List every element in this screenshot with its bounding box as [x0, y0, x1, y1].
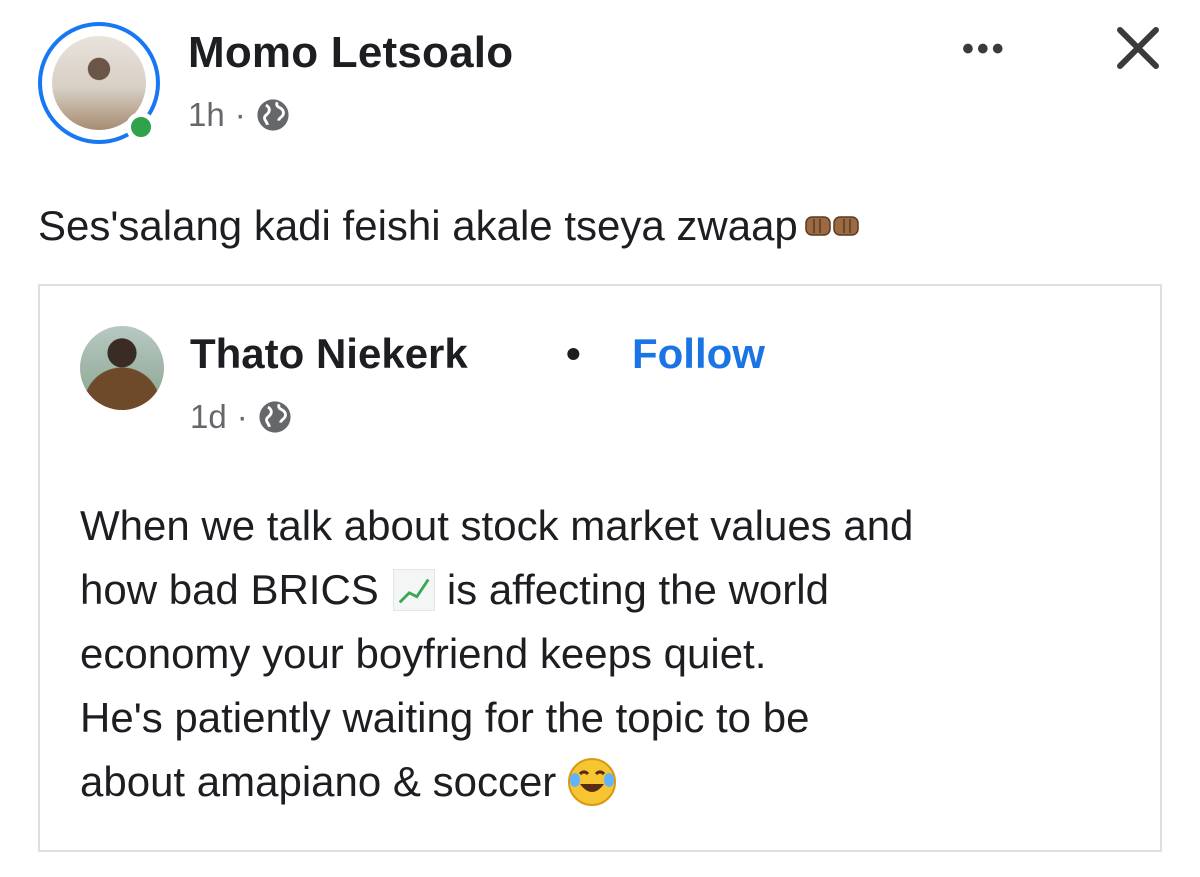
text-segment: is affecting the world [446, 566, 829, 613]
laughing-tears-icon [568, 758, 617, 806]
shared-author-name[interactable]: Thato Niekerk [190, 330, 468, 378]
post-time[interactable]: 1h [188, 96, 225, 134]
close-icon[interactable] [1108, 18, 1168, 78]
follow-separator: • [566, 330, 581, 377]
shared-meta-separator: · [236, 398, 248, 435]
more-options-icon[interactable]: ••• [962, 30, 1007, 69]
post-text: Ses'salang kadi feishi akale tseya zwaap [38, 202, 862, 250]
text-line: He's patiently waiting for the topic to … [80, 694, 810, 741]
text-line: economy your boyfriend keeps quiet. [80, 630, 767, 677]
globe-icon [257, 99, 289, 131]
text-segment: how bad BRICS [80, 566, 379, 613]
chart-increasing-icon [392, 569, 435, 611]
text-segment: about amapiano & soccer [80, 758, 557, 805]
online-status-icon [126, 112, 156, 142]
globe-icon [259, 401, 291, 433]
shared-post-card[interactable]: Thato Niekerk • Follow 1d · When we talk… [38, 284, 1162, 852]
facebook-post: Momo Letsoalo 1h · ••• Ses'salang kadi f… [0, 0, 1200, 877]
shared-post-time[interactable]: 1d [190, 398, 227, 436]
meta-separator: · [234, 96, 246, 133]
shared-author-avatar[interactable] [80, 326, 164, 410]
text-line: When we talk about stock market values a… [80, 502, 914, 549]
fist-bump-icon [805, 216, 859, 236]
author-name[interactable]: Momo Letsoalo [188, 28, 513, 78]
shared-post-text: When we talk about stock market values a… [80, 494, 1140, 814]
text-line: how bad BRICS is affecting the world [80, 558, 1140, 622]
post-text-content: Ses'salang kadi feishi akale tseya zwaap [38, 202, 798, 249]
shared-post-meta: 1d · [190, 398, 292, 436]
follow-button[interactable]: Follow [632, 330, 765, 378]
text-line: about amapiano & soccer [80, 750, 1140, 814]
post-meta: 1h · [188, 96, 290, 134]
